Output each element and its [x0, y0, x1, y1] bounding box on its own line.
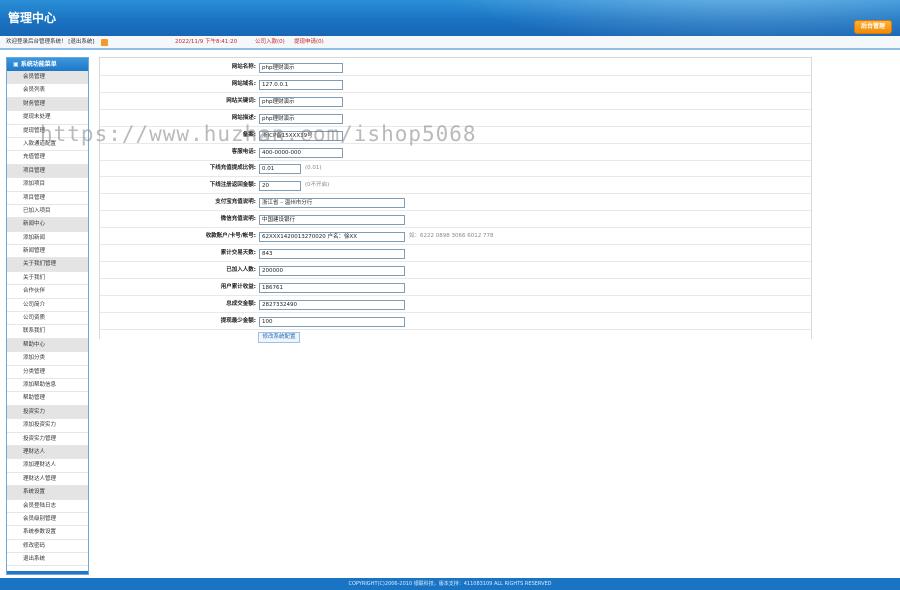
field-hint: (0不开启) — [305, 182, 330, 189]
field-input[interactable]: 100 — [259, 316, 405, 327]
sidebar-item[interactable]: 添加帮助信息 — [7, 379, 88, 393]
sidebar-category[interactable]: 项目管理 — [7, 164, 88, 179]
sidebar-item[interactable]: 公司资质 — [7, 312, 88, 326]
settings-form: 网站名称: php理财演示 网站域名: 127.0.0.1 网站关键词: php理财演示网… — [99, 57, 812, 339]
field-label: 下线注册返回金额: — [209, 182, 256, 189]
field-label: 总成交金额: — [226, 300, 256, 307]
withdraw-request-link[interactable]: 提现申请(0) — [294, 36, 324, 49]
field-label: 客服电话: — [231, 148, 256, 155]
field-input[interactable]: 浙江省 – 温州市分行 — [259, 198, 405, 209]
form-row: 网站名称: php理财演示 — [100, 59, 811, 76]
sidebar-item[interactable]: 联系我们 — [7, 325, 88, 339]
logout-icon[interactable] — [101, 39, 108, 46]
sidebar-category[interactable]: 财务管理 — [7, 97, 88, 112]
sidebar-item[interactable]: 添加投资实力 — [7, 419, 88, 433]
sidebar-item[interactable]: 投资实力管理 — [7, 433, 88, 446]
sidebar-item[interactable]: 添加理财达人 — [7, 459, 88, 473]
top-header: 管理中心 后台管理 — [0, 0, 900, 36]
welcome-text[interactable]: 欢迎登录后台管理系统！ [退出系统] — [6, 36, 95, 49]
field-label: 累计交易天数: — [220, 249, 256, 256]
footer: COPYRIGHT(C)2006-2010 银联科技，版本支持：41108310… — [0, 578, 900, 590]
form-row: 已加入人数: 200000 — [100, 262, 811, 279]
current-datetime: 2022/11/9 下午8:41:20 — [175, 39, 238, 45]
field-input[interactable]: 0.01 — [259, 164, 301, 175]
field-label: 用户累计收益: — [220, 283, 256, 290]
field-label: 收款账户/卡号/帐号: — [205, 233, 256, 239]
field-label: 微信充值说明: — [220, 216, 256, 223]
form-row: 微信充值说明: 中国建设银行 — [100, 211, 811, 229]
field-input[interactable]: 200000 — [259, 265, 405, 276]
field-label: 网站域名: — [231, 80, 256, 87]
sidebar-title-text: 系统功能菜单 — [20, 61, 57, 68]
sidebar-item[interactable]: 合作伙伴 — [7, 285, 88, 299]
form-row: 提现最少金额: 100 — [100, 313, 811, 330]
save-settings-button[interactable]: 修改系统配置 — [258, 332, 300, 343]
sidebar-item[interactable]: 添加新闻 — [7, 232, 88, 246]
sidebar-category[interactable]: 关于我们管理 — [7, 258, 88, 272]
form-row: 收款账户/卡号/帐号: 62XXX1420013270020 户名：徐XX 如：62… — [100, 228, 811, 245]
sidebar-item[interactable]: 会员级别管理 — [7, 513, 88, 527]
sidebar-item[interactable]: 公司简介 — [7, 299, 88, 313]
form-row: 客服电话: 400-0000-000 — [100, 144, 811, 161]
sidebar-item[interactable]: 退出系统 — [7, 553, 88, 567]
sidebar-category[interactable]: 理财达人 — [7, 445, 88, 460]
field-label: 网站关键词: — [226, 97, 256, 104]
field-label: 支付宝充值说明: — [215, 199, 256, 206]
sidebar-item[interactable]: 修改密码 — [7, 540, 88, 554]
field-label: 下线充值提成比例: — [209, 165, 256, 172]
form-row: 网站关键词: php理财演示 — [100, 93, 811, 110]
sidebar-item[interactable]: 添加项目 — [7, 178, 88, 192]
sidebar-category[interactable]: 系统设置 — [7, 486, 88, 500]
sidebar-category[interactable]: 帮助中心 — [7, 338, 88, 353]
sidebar-title: ▣ 系统功能菜单 — [7, 58, 88, 71]
sidebar-category[interactable]: 投资实力 — [7, 405, 88, 420]
sidebar-item[interactable]: 帮助管理 — [7, 392, 88, 406]
sidebar-item[interactable]: 系统参数设置 — [7, 526, 88, 540]
menu-icon: ▣ — [13, 61, 21, 68]
sidebar-item[interactable]: 添加分类 — [7, 352, 88, 366]
form-row: 下线充值提成比例: 0.01 (0.01) — [100, 160, 811, 178]
form-row: 用户累计收益: 186761 — [100, 279, 811, 296]
sidebar-item[interactable]: 项目管理 — [7, 192, 88, 205]
sidebar-item[interactable]: 会员列表 — [7, 84, 88, 98]
info-bar: 欢迎登录后台管理系统！ [退出系统] 2022/11/9 下午8:41:20 公… — [0, 36, 900, 50]
app-title: 管理中心 — [8, 11, 57, 25]
sidebar-bottom-bar — [7, 571, 88, 574]
form-row: 下线注册返回金额: 20 (0不开启) — [100, 177, 811, 195]
field-label: 已加入人数: — [226, 266, 256, 273]
form-row: 网站域名: 127.0.0.1 — [100, 76, 811, 93]
form-row: 累计交易天数: 843 — [100, 245, 811, 262]
field-input[interactable]: 400-0000-000 — [259, 147, 343, 158]
field-label: 网站名称: — [231, 64, 256, 70]
field-input[interactable]: 127.0.0.1 — [259, 79, 343, 90]
field-hint: 如：6222 0898 3066 6012 778 — [409, 233, 494, 239]
field-input[interactable]: 20 — [259, 181, 301, 192]
sidebar-item[interactable]: 新闻管理 — [7, 245, 88, 259]
field-input[interactable]: 186761 — [259, 282, 405, 293]
field-input[interactable]: 843 — [259, 248, 405, 259]
field-input[interactable]: php理财演示 — [259, 63, 343, 73]
sidebar-item[interactable]: 充值管理 — [7, 151, 88, 165]
field-input[interactable]: php理财演示 — [259, 96, 343, 107]
backend-home-button[interactable]: 后台管理 — [854, 20, 892, 34]
form-row: 支付宝充值说明: 浙江省 – 温州市分行 — [100, 194, 811, 212]
field-input[interactable]: 62XXX1420013270020 户名：徐XX — [259, 232, 405, 242]
sidebar-item[interactable]: 关于我们 — [7, 272, 88, 286]
watermark: https://www.huzhan.com/ishop5068 — [40, 122, 477, 146]
field-input[interactable]: 2827332490 — [259, 299, 405, 310]
header-decoration — [380, 0, 900, 36]
field-label: 提现最少金额: — [220, 317, 256, 324]
sidebar-item[interactable]: 会员登陆日志 — [7, 500, 88, 513]
field-input[interactable]: 中国建设银行 — [259, 215, 405, 226]
company-deposit-link[interactable]: 公司入款(0) — [255, 36, 285, 49]
sidebar-category[interactable]: 新闻中心 — [7, 218, 88, 232]
sidebar-item[interactable]: 理财达人管理 — [7, 473, 88, 487]
field-hint: (0.01) — [305, 165, 322, 172]
sidebar-category[interactable]: 会员管理 — [7, 71, 88, 85]
form-row: 总成交金额: 2827332490 — [100, 296, 811, 313]
sidebar-item[interactable]: 已加入项目 — [7, 205, 88, 219]
sidebar-item[interactable]: 分类管理 — [7, 366, 88, 379]
